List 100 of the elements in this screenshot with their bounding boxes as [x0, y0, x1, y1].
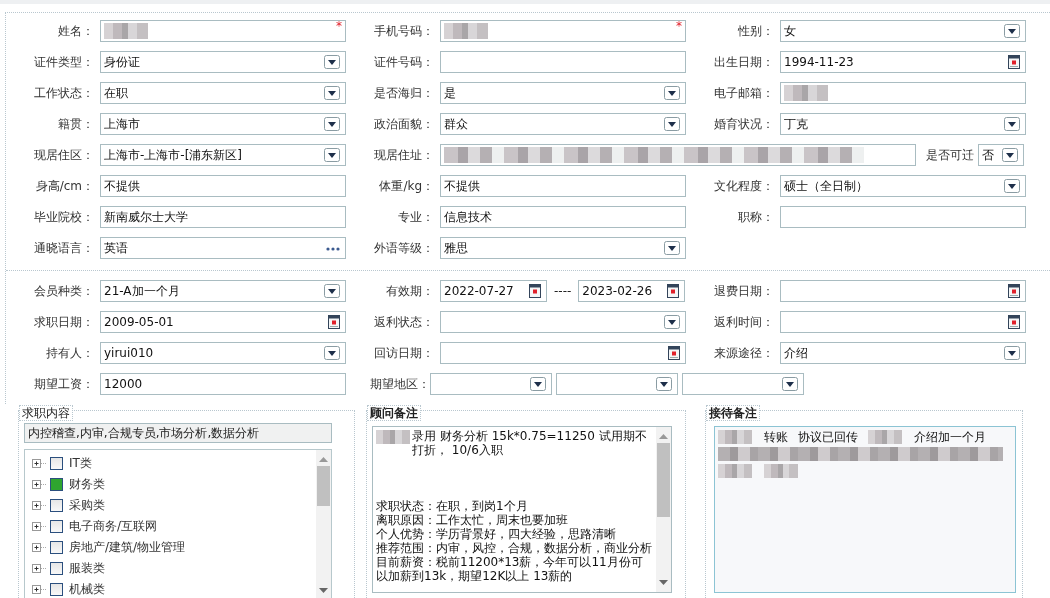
- scroll-thumb[interactable]: [317, 466, 330, 506]
- more-icon[interactable]: [326, 247, 340, 251]
- checkbox[interactable]: [50, 499, 63, 512]
- tree-item[interactable]: 财务类: [69, 476, 105, 493]
- dropdown-field[interactable]: 介绍: [780, 342, 1026, 364]
- text-field[interactable]: [440, 51, 686, 73]
- scrollbar[interactable]: [656, 427, 671, 592]
- field-label: 电子邮箱：: [713, 85, 775, 102]
- field-label: 回访日期：: [373, 345, 435, 362]
- field-label: 工作状态：: [33, 85, 95, 102]
- field-label: 求职日期：: [33, 314, 95, 331]
- field-label: 返利状态：: [373, 314, 435, 331]
- dropdown-field[interactable]: 21-A加一个月: [100, 280, 346, 302]
- scroll-thumb[interactable]: [657, 443, 670, 517]
- date-field[interactable]: [780, 280, 1026, 302]
- calendar-icon[interactable]: [667, 284, 680, 298]
- dropdown-field[interactable]: [682, 373, 804, 395]
- blurred-text: [718, 430, 752, 444]
- date-field[interactable]: 2009-05-01: [100, 311, 346, 333]
- calendar-icon[interactable]: [529, 284, 541, 298]
- checkbox[interactable]: [50, 478, 63, 491]
- expand-icon[interactable]: [32, 542, 48, 553]
- note-text: 离职原因：工作太忙，周末也要加班: [376, 513, 569, 527]
- field-label: 是否海归：: [373, 85, 435, 102]
- expand-icon[interactable]: [32, 584, 48, 595]
- calendar-icon[interactable]: [1008, 55, 1020, 69]
- text-field[interactable]: 不提供: [100, 175, 346, 197]
- note-text: 目前薪资：税前11200*13薪，今年可以11月份可以加薪到13k，期望12K以上 13薪的: [376, 555, 644, 583]
- checkbox[interactable]: [50, 562, 63, 575]
- dropdown-field[interactable]: 在职: [100, 82, 346, 104]
- dropdown-field[interactable]: [430, 373, 552, 395]
- date-field[interactable]: 2023-02-26: [578, 280, 686, 302]
- required-mark: *: [336, 20, 342, 32]
- dropdown-field[interactable]: 群众: [440, 113, 686, 135]
- dropdown-field[interactable]: 身份证: [100, 51, 346, 73]
- scroll-down-icon[interactable]: [659, 580, 668, 586]
- calendar-icon[interactable]: [1008, 315, 1020, 329]
- dropdown-field[interactable]: 丁克: [780, 113, 1026, 135]
- note-text: 求职状态：在职，到岗1个月: [376, 499, 529, 513]
- field-label: 现居住址：: [373, 147, 435, 164]
- note-text: 介绍加一个月: [914, 430, 986, 444]
- scrollbar[interactable]: [316, 450, 331, 598]
- text-field[interactable]: [440, 144, 916, 166]
- dropdown-field[interactable]: [440, 311, 686, 333]
- field-label: 证件号码：: [373, 54, 435, 71]
- note-text: 协议已回传: [798, 430, 858, 444]
- text-field[interactable]: 12000: [100, 373, 346, 395]
- expand-icon[interactable]: [32, 521, 48, 532]
- field-label: 手机号码：: [373, 23, 435, 40]
- dropdown-field[interactable]: 女: [780, 20, 1026, 42]
- note-text: 个人优势：学历背景好，四大经验，思路清晰: [376, 527, 617, 541]
- text-field[interactable]: 信息技术: [440, 206, 686, 228]
- tree-item[interactable]: 机械类: [69, 581, 105, 598]
- dropdown-field[interactable]: 硕士（全日制）: [780, 175, 1026, 197]
- calendar-icon[interactable]: [328, 315, 340, 329]
- text-field[interactable]: 不提供: [440, 175, 686, 197]
- dropdown-field[interactable]: 是: [440, 82, 686, 104]
- text-field[interactable]: *: [100, 20, 346, 42]
- text-field[interactable]: [780, 82, 1026, 104]
- tree-item[interactable]: 房地产/建筑/物业管理: [69, 539, 186, 556]
- picker-field[interactable]: 英语: [100, 237, 346, 259]
- dropdown-field[interactable]: 否: [978, 144, 1024, 166]
- checkbox[interactable]: [50, 457, 63, 470]
- expand-icon[interactable]: [32, 458, 48, 469]
- date-field[interactable]: [440, 342, 686, 364]
- dropdown-field[interactable]: 上海市-上海市-[浦东新区]: [100, 144, 346, 166]
- tree-item[interactable]: 服装类: [69, 560, 105, 577]
- date-field[interactable]: [780, 311, 1026, 333]
- tree-item[interactable]: 采购类: [69, 497, 105, 514]
- tree-item[interactable]: 电子商务/互联网: [69, 518, 158, 535]
- field-label: 是否可迁: [926, 147, 974, 164]
- scroll-up-icon[interactable]: [319, 456, 328, 462]
- expand-icon[interactable]: [32, 500, 48, 511]
- checkbox[interactable]: [50, 520, 63, 533]
- calendar-icon[interactable]: [1008, 284, 1020, 298]
- group-legend: 求职内容: [19, 405, 73, 421]
- text-field[interactable]: [780, 206, 1026, 228]
- notes-textarea[interactable]: 录用 财务分析 15k*0.75=11250 试用期不打折， 10/6入职 求职状态：在职，到岗1个月 离职原因：工作太忙，周末也要加班 个人优势：学历背景好，四大经验，思路清晰 推荐范围：内审，风控，合规，数据分析，商业分析 目前薪资：税前11200*13薪，今年可以11月份可以加薪到13k，期望12K以上 13薪的: [372, 426, 672, 593]
- scroll-down-icon[interactable]: [319, 588, 328, 594]
- scroll-up-icon[interactable]: [659, 433, 668, 439]
- text-field[interactable]: *: [440, 20, 686, 42]
- expand-icon[interactable]: [32, 563, 48, 574]
- dropdown-field[interactable]: [556, 373, 678, 395]
- note-text: 转账: [764, 430, 788, 444]
- tree-item[interactable]: IT类: [69, 455, 92, 472]
- date-field[interactable]: 2022-07-27: [440, 280, 547, 302]
- field-label: 来源途径：: [713, 345, 775, 362]
- field-label: 返利时间：: [713, 314, 775, 331]
- checkbox[interactable]: [50, 583, 63, 596]
- notes-textarea[interactable]: 转账 协议已回传 介绍加一个月: [714, 426, 1016, 593]
- dropdown-field[interactable]: 雅思: [440, 237, 686, 259]
- dropdown-field[interactable]: 上海市: [100, 113, 346, 135]
- text-field[interactable]: 新南威尔士大学: [100, 206, 346, 228]
- date-field[interactable]: 1994-11-23: [780, 51, 1026, 73]
- dropdown-field[interactable]: yirui010: [100, 342, 346, 364]
- field-label: 现居住区：: [33, 147, 95, 164]
- calendar-icon[interactable]: [668, 346, 680, 360]
- field-label: 通晓语言：: [33, 240, 95, 257]
- expand-icon[interactable]: [32, 479, 48, 490]
- checkbox[interactable]: [50, 541, 63, 554]
